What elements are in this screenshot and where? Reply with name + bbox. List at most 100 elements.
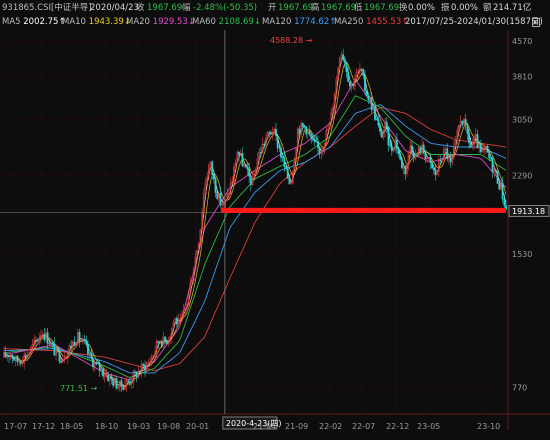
x-tick-label: 23-05 (417, 422, 440, 431)
candle-body (345, 62, 348, 72)
candle-body (305, 126, 308, 135)
candle-body (313, 139, 316, 142)
candle-body (419, 147, 422, 153)
amplitude-value: 0.00% (451, 3, 479, 13)
candle-body (212, 174, 215, 180)
candle-body (13, 358, 15, 361)
candle-body (498, 183, 501, 190)
candle-body (312, 138, 314, 140)
candle-body (389, 144, 392, 147)
candle-body (43, 334, 46, 340)
amplitude-label: 振 (441, 3, 450, 13)
candle-body (90, 353, 93, 359)
grid-lines (0, 30, 550, 430)
candle-body (488, 151, 491, 159)
high-value: 1967.69 (321, 3, 357, 13)
ma20-item: MA20 1929.53↓ (126, 17, 195, 27)
high-label: 高 (311, 3, 320, 13)
candle-body (318, 147, 321, 154)
ma5-item: MA5 2002.75↑ (2, 17, 66, 27)
candle-body (365, 90, 368, 97)
candle-body (286, 167, 289, 179)
candle-body (107, 374, 109, 381)
candle-body (434, 169, 437, 176)
candle-body (469, 142, 472, 147)
candle-body (248, 168, 251, 177)
candle-body (51, 342, 54, 345)
x-tick-label: 17-12 (32, 422, 55, 431)
candle-body (308, 130, 311, 135)
candle-body (278, 147, 281, 149)
turnover-value: 0.00% (408, 3, 436, 13)
ma-legend-bar: MA5 2002.75↑ MA10 1943.39↓ MA20 1929.53↓… (0, 15, 550, 29)
candle-body (24, 354, 27, 359)
candle-body (432, 167, 435, 170)
candle-body (489, 157, 492, 159)
x-tick-label: 22-07 (352, 422, 375, 431)
candle-body (270, 132, 272, 135)
candle-body (259, 152, 262, 154)
candle-body (439, 159, 442, 162)
candlestick-chart[interactable]: 1913.184588.28 →771.51 →2020-4-23(四) 457… (0, 30, 550, 440)
quote-date: 2020/04/23 (90, 3, 139, 13)
axes: 4570 3810 3050 2290 1530 770 17-07 17-12 18-05 18… (4, 37, 532, 431)
candle-body (486, 145, 489, 153)
candle-body (283, 157, 286, 168)
candle-body (115, 378, 118, 389)
x-tick-label: 23-10 (477, 422, 500, 431)
candle-body (503, 198, 506, 206)
candle-body (479, 143, 482, 153)
candle-body (58, 350, 61, 362)
candle-body (303, 125, 306, 127)
x-tick-label: 18-10 (95, 422, 118, 431)
candle-body (16, 355, 19, 363)
candle-body (56, 346, 59, 351)
candle-body (73, 341, 76, 347)
candle-body (144, 365, 146, 371)
candle-body (360, 68, 363, 71)
candle-body (139, 371, 141, 373)
y-tick-label: 1530 (512, 250, 532, 259)
ma60-item: MA60 2108.69↓ (192, 17, 261, 27)
candles (3, 48, 507, 393)
candle-body (87, 344, 89, 355)
candle-body (214, 178, 217, 193)
candle-body (157, 340, 160, 343)
candle-body (70, 345, 73, 349)
candle-body (92, 358, 94, 368)
candle-body (19, 361, 22, 364)
candle-body (36, 340, 39, 342)
range-toggle-icon[interactable]: ▸ (531, 15, 540, 29)
x-tick-label: 20-01 (186, 422, 209, 431)
candle-body (11, 354, 14, 359)
candle-body (241, 153, 244, 167)
x-tick-label: 21-09 (285, 422, 308, 431)
candle-body (85, 340, 88, 345)
candle-body (348, 81, 351, 87)
candle-body (416, 155, 418, 157)
change-label: 幅 (182, 3, 191, 13)
candle-body (379, 125, 381, 132)
candle-body (352, 83, 355, 87)
min-price-annotation: 771.51 → (60, 384, 98, 393)
candle-body (380, 131, 383, 138)
candle-body (464, 119, 467, 124)
low-label: 低 (354, 3, 363, 13)
candle-body (424, 152, 427, 160)
candle-body (176, 317, 178, 325)
candle-body (501, 182, 504, 200)
candle-body (216, 192, 219, 199)
candle-body (397, 148, 400, 155)
ma10-item: MA10 1943.39↓ (62, 17, 131, 27)
open-label: 开 (268, 3, 277, 13)
candle-body (246, 166, 249, 170)
candle-body (461, 120, 464, 125)
candle-body (249, 175, 252, 185)
candle-body (120, 380, 123, 387)
candle-body (468, 133, 470, 144)
candle-body (377, 119, 380, 126)
candle-body (399, 153, 402, 160)
candle-body (298, 128, 301, 135)
x-tick-label: 21-04 (253, 422, 276, 431)
candle-body (95, 361, 98, 363)
